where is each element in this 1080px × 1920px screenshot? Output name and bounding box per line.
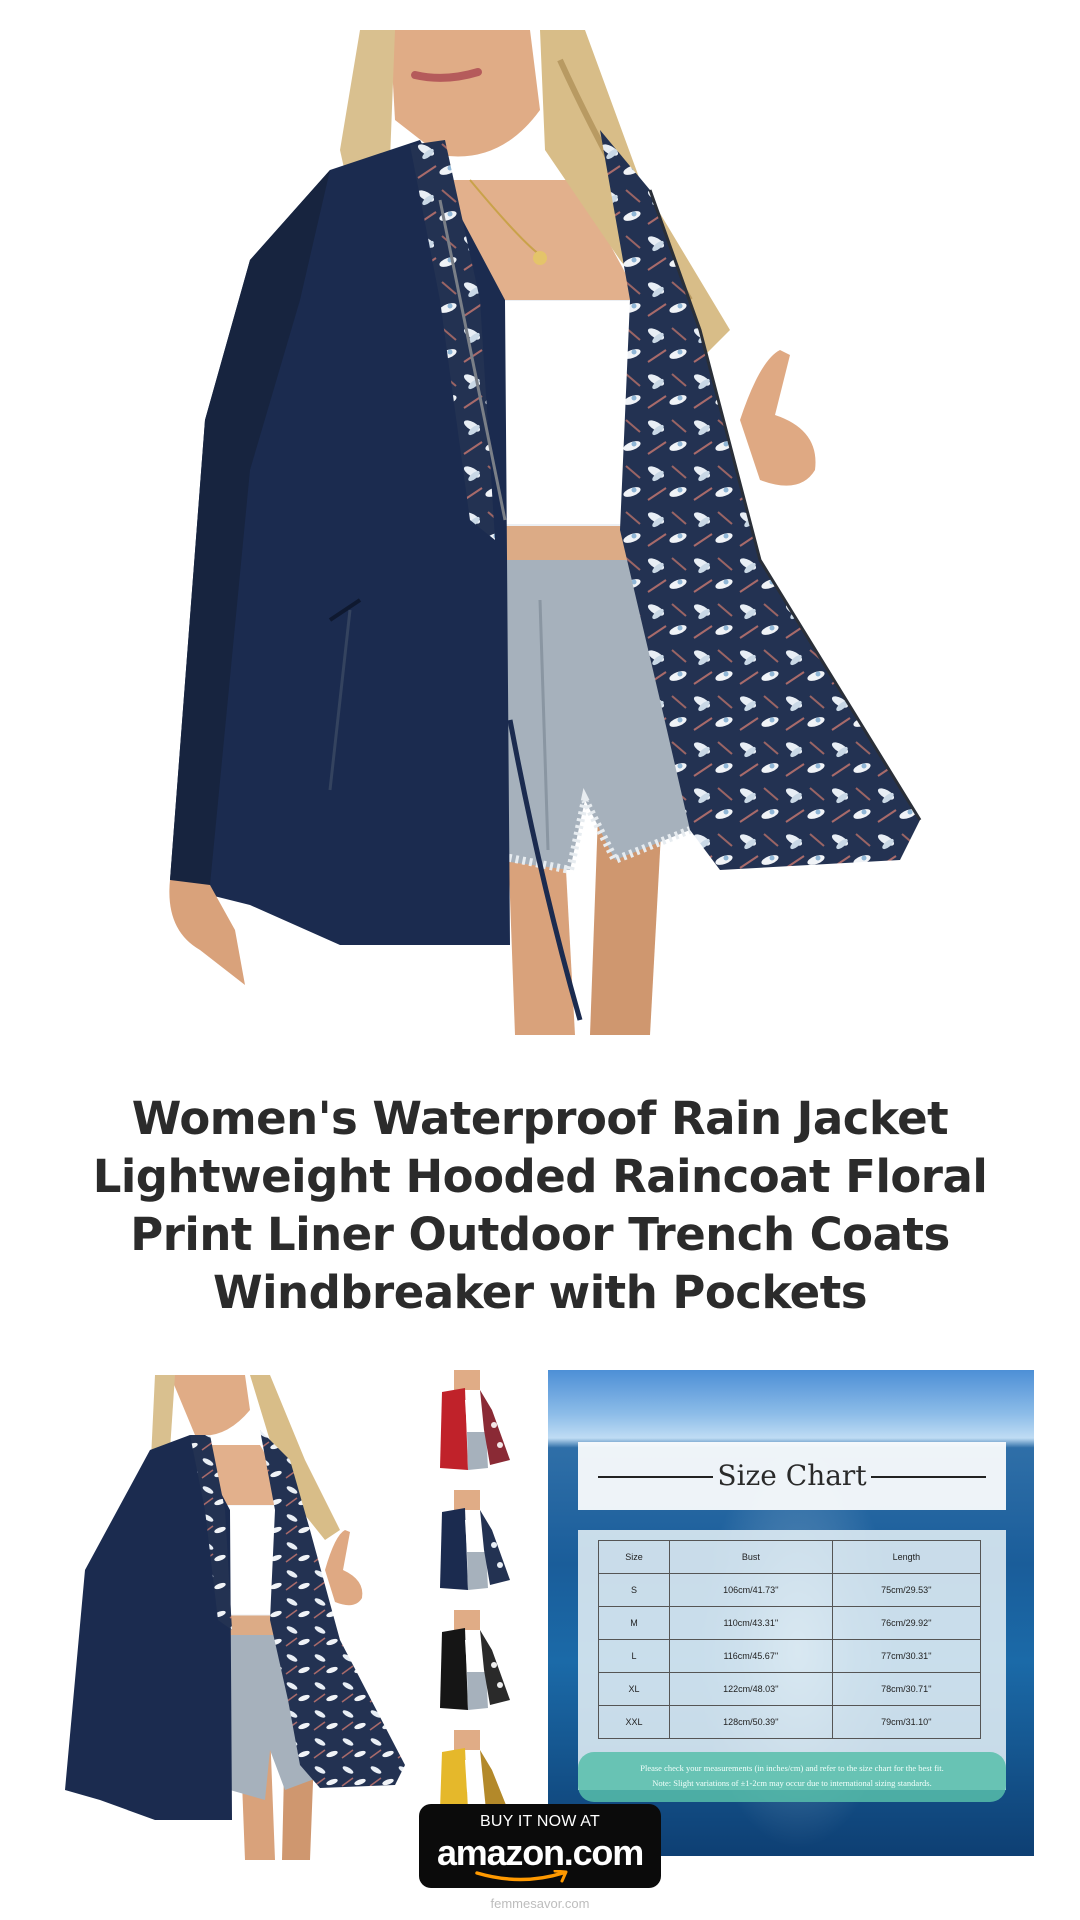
- cell-size: L: [598, 1639, 670, 1673]
- cell-length: 76cm/29.92'': [831, 1606, 982, 1640]
- cell-length: 79cm/31.10'': [831, 1705, 982, 1739]
- table-row: M 110cm/43.31'' 76cm/29.92'': [598, 1606, 982, 1640]
- table-row: XXL 128cm/50.39'' 79cm/31.10'': [598, 1705, 982, 1739]
- model-wearing-jacket-thumbnail: [65, 1375, 405, 1860]
- cell-length: 78cm/30.71'': [831, 1672, 982, 1706]
- size-chart-table: Size Bust Length S 106cm/41.73'' 75cm/29…: [598, 1540, 982, 1739]
- size-chart-panel: Size Bust Length S 106cm/41.73'' 75cm/29…: [578, 1530, 1006, 1790]
- note-line-1: Please check your measurements (in inche…: [640, 1763, 944, 1773]
- size-chart-banner: Size Chart: [578, 1442, 1006, 1510]
- cell-length: 77cm/30.31'': [831, 1639, 982, 1673]
- model-wearing-jacket-illustration: [169, 30, 922, 1035]
- amazon-smile-icon: [475, 1870, 568, 1883]
- size-chart-image[interactable]: Size Chart Size Bust Length S 106cm/41.7…: [548, 1370, 1034, 1856]
- thumb-navy-jacket[interactable]: [420, 1490, 520, 1600]
- note-line-2: Note: Slight variations of ±1-2cm may oc…: [652, 1778, 932, 1788]
- buy-on-amazon-button[interactable]: BUY IT NOW AT amazon.com: [419, 1804, 661, 1888]
- table-header-row: Size Bust Length: [598, 1540, 982, 1574]
- gallery-main-image[interactable]: [60, 1370, 430, 1860]
- cell-size: XL: [598, 1672, 670, 1706]
- header-size: Size: [598, 1540, 670, 1574]
- red-jacket-icon: [440, 1370, 510, 1470]
- amazon-wordmark: amazon.com: [436, 1832, 644, 1873]
- black-jacket-icon: [440, 1610, 510, 1710]
- product-title: Women's Waterproof Rain Jacket Lightweig…: [92, 1092, 988, 1319]
- divider: [871, 1476, 986, 1478]
- header-length: Length: [831, 1540, 982, 1574]
- cell-length: 75cm/29.53'': [831, 1573, 982, 1607]
- color-variant-thumbnails: [420, 1370, 520, 1870]
- table-row: L 116cm/45.67'' 77cm/30.31'': [598, 1639, 982, 1673]
- header-bust: Bust: [669, 1540, 833, 1574]
- cell-bust: 110cm/43.31'': [669, 1606, 833, 1640]
- cell-bust: 128cm/50.39'': [669, 1705, 833, 1739]
- navy-jacket-icon: [440, 1490, 510, 1590]
- thumb-red-jacket[interactable]: [420, 1370, 520, 1480]
- thumb-yellow-jacket[interactable]: [420, 1730, 520, 1810]
- hero-product-image[interactable]: [0, 0, 1080, 1035]
- cell-size: M: [598, 1606, 670, 1640]
- size-chart-note: Please check your measurements (in inche…: [578, 1752, 1006, 1802]
- cell-size: S: [598, 1573, 670, 1607]
- table-row: S 106cm/41.73'' 75cm/29.53'': [598, 1573, 982, 1607]
- footer-site-name[interactable]: femmesavor.com: [0, 1896, 1080, 1911]
- yellow-jacket-icon: [440, 1730, 508, 1810]
- cell-bust: 116cm/45.67'': [669, 1639, 833, 1673]
- cell-bust: 106cm/41.73'': [669, 1573, 833, 1607]
- cell-bust: 122cm/48.03'': [669, 1672, 833, 1706]
- thumb-black-jacket[interactable]: [420, 1610, 520, 1720]
- buy-now-label: BUY IT NOW AT: [480, 1813, 600, 1830]
- table-row: XL 122cm/48.03'' 78cm/30.71'': [598, 1672, 982, 1706]
- cell-size: XXL: [598, 1705, 670, 1739]
